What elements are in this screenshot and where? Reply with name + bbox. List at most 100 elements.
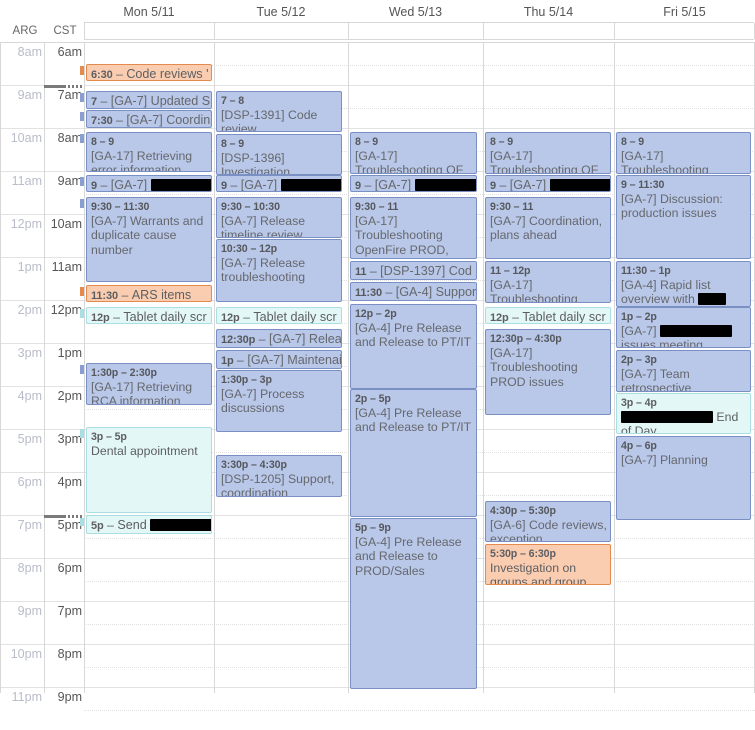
event-time: 10:30 – 12p [221,243,278,255]
calendar-event[interactable]: 7 – [GA-7] Updated S [86,91,212,109]
calendar-event[interactable]: 4:30p – 5:30p [GA-6] Code reviews, except… [485,501,611,542]
calendar-event[interactable]: 5:30p – 6:30p Investigation on groups and… [485,544,611,585]
hour-label-cst: 12pm [50,303,82,317]
calendar-event[interactable]: 9:30 – 11:30 [GA-7] Warrants and duplicat… [86,197,212,282]
event-time: 5:30p – 6:30p [490,548,556,560]
calendar-event[interactable]: 6:30 – Code reviews ' [86,64,212,81]
event-time: 1p – 2p [621,311,657,323]
hour-label-cst: 8am [57,131,82,145]
calendar-event[interactable]: 9 – [GA-7] [216,175,342,192]
event-time: 7:30 [91,115,113,127]
event-title: ARS items [131,288,192,302]
calendar-event[interactable]: 12p – Tablet daily scr [485,307,611,324]
calendar-event[interactable]: 12:30p – [GA-7] Relea [216,329,342,348]
event-time: 1:30p – 3p [221,374,272,386]
event-title: [GA-17] Troubleshooting OpenFire PROD, F… [355,214,453,258]
hour-label-arg: 9pm [17,604,42,618]
grid-vline-tue [214,42,215,693]
calendar-event[interactable]: 9:30 – 10:30 [GA-7] Release timeline revi… [216,197,342,238]
event-time: 9 [355,180,362,192]
event-title: Tablet daily scr [522,310,606,324]
all-day-cell-mon[interactable] [85,23,215,39]
event-time: 9 [91,180,98,192]
grid-vline-gutter-1 [0,42,1,693]
event-edge-chip [80,112,84,121]
grid-vline-gutter-2 [44,42,45,693]
calendar-event[interactable]: 11 – [DSP-1397] Cod [350,261,477,280]
calendar-event[interactable]: 3:30p – 4:30p [DSP-1205] Support, coordin… [216,455,342,497]
calendar-event[interactable]: 8 – 9 [GA-17] Troubleshooting OF [485,132,611,174]
hour-label-cst: 6am [57,45,82,59]
event-title: [GA-7] issues meeting [621,324,747,347]
day-header-wed[interactable]: Wed 5/13 [348,4,483,20]
event-title: Tablet daily scr [253,310,337,324]
event-time: 6:30 [91,69,113,81]
all-day-cell-wed[interactable] [349,23,484,39]
hour-label-arg: 9am [17,88,42,102]
calendar-event[interactable]: 12p – Tablet daily scr [216,307,342,324]
event-edge-chip [80,177,84,186]
calendar-event[interactable]: 9:30 – 11 [GA-7] Coordination, plans ahea… [485,197,611,259]
calendar-event[interactable]: 5p – 9p [GA-4] Pre Release and Release to… [350,518,477,689]
calendar-event[interactable]: 7:30 – [GA-7] Coordin [86,110,212,128]
calendar-event[interactable]: 1:30p – 3p [GA-7] Process discussions [216,370,342,432]
calendar-event[interactable]: 9 – [GA-7] : [86,175,212,192]
calendar-event[interactable]: 1:30p – 2:30p [GA-17] Retrieving RCA info… [86,363,212,405]
calendar-event[interactable]: 8 – 9 [GA-17] Retrieving error informatio… [86,132,212,172]
event-title: [GA-4] Pre Release and Release to PT/IT [355,406,472,435]
calendar-event[interactable]: 12:30p – 4:30p [GA-17] Troubleshooting PR… [485,329,611,415]
event-title: [DSP-1205] Support, coordination [221,472,335,497]
event-time: 8 – 9 [221,138,245,150]
event-title: [GA-4] Suppor [395,285,477,299]
event-title: [GA-17] Troubleshooting OF [355,149,464,174]
calendar-event[interactable]: 8 – 9 [GA-17] Troubleshooting [616,132,751,174]
calendar-event[interactable]: 11:30 – [GA-4] Suppor [350,282,477,301]
event-title: [GA-7] Coordination, plans ahead [490,214,603,243]
event-title: [GA-17] Troubleshooting [490,278,578,303]
calendar-event[interactable]: 5p – Send [86,515,212,534]
calendar-event[interactable]: 2p – 3p [GA-7] Team retrospective [616,350,751,392]
day-header-fri[interactable]: Fri 5/15 [614,4,755,20]
hour-label-cst: 8pm [57,647,82,661]
calendar-event[interactable]: 9 – 11:30 [GA-7] Discussion: production i… [616,175,751,259]
calendar-event[interactable]: 2p – 5p [GA-4] Pre Release and Release to… [350,389,477,517]
calendar-event[interactable]: 4p – 6p [GA-7] Planning [616,436,751,520]
calendar-event[interactable]: 12p – 2p [GA-4] Pre Release and Release t… [350,304,477,389]
hour-label-cst: 2pm [57,389,82,403]
all-day-cell-tue[interactable] [215,23,349,39]
all-day-cell-thu[interactable] [484,23,615,39]
calendar-event[interactable]: 3p – 5p Dental appointment [86,427,212,513]
calendar-event[interactable]: 1p – 2p [GA-7] issues meeting [616,307,751,348]
event-time: 8 – 9 [621,136,645,148]
day-header-tue[interactable]: Tue 5/12 [214,4,348,20]
calendar-event[interactable]: 11:30 – ARS items [86,285,212,302]
grid-vline-fri [614,42,615,693]
calendar-event[interactable]: 11:30 – 1p [GA-4] Rapid list overview wit… [616,261,751,307]
calendar-event[interactable]: 8 – 9 [GA-17] Troubleshooting OF [350,132,477,174]
calendar-event[interactable]: 1p – [GA-7] Maintenai [216,350,342,369]
calendar-event[interactable]: 11 – 12p [GA-17] Troubleshooting [485,261,611,303]
calendar-event[interactable]: 9:30 – 11 [GA-17] Troubleshooting OpenFir… [350,197,477,259]
event-title: [GA-4] Rapid list overview with [621,278,747,306]
event-time: 12p – 2p [355,308,397,320]
time-marker-7am [44,85,84,88]
event-title: [GA-7] Process discussions [221,387,305,416]
event-edge-chip [80,517,84,526]
hour-label-arg: 5pm [17,432,42,446]
event-title: [GA-7] : [111,178,211,191]
redacted-text [150,519,211,531]
calendar-event[interactable]: 9 – [GA-7] [485,175,611,192]
day-header-thu[interactable]: Thu 5/14 [483,4,614,20]
calendar-event[interactable]: 3p – 4p End of Day [616,393,751,434]
calendar-event[interactable]: 7 – 8 [DSP-1391] Code review [216,91,342,132]
calendar-event[interactable]: 10:30 – 12p [GA-7] Release troubleshootin… [216,239,342,302]
event-time: 3:30p – 4:30p [221,459,287,471]
calendar-event[interactable]: 8 – 9 [DSP-1396] Investigation [216,134,342,175]
hour-label-arg: 6pm [17,475,42,489]
calendar-event[interactable]: 9 – [GA-7] :: [350,175,477,192]
calendar-event[interactable]: 12p – Tablet daily scr [86,307,212,324]
day-header-mon[interactable]: Mon 5/11 [84,4,214,20]
all-day-cell-fri[interactable] [615,23,755,39]
event-time: 5p [91,520,104,532]
event-time: 1p [221,355,234,367]
